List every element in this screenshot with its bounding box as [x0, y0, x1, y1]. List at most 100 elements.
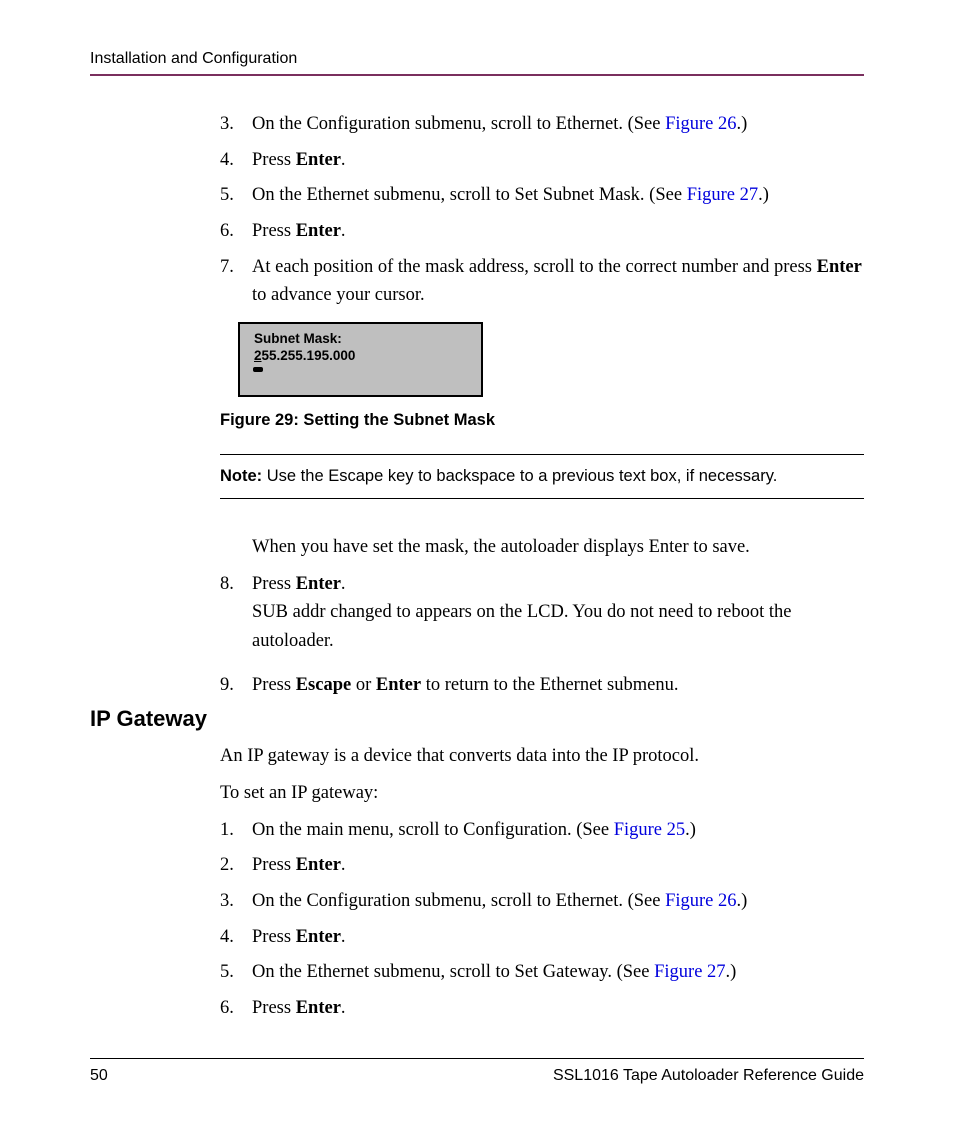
note-text: Use the Escape key to backspace to a pre… [262, 467, 777, 485]
text-fragment: . [341, 855, 346, 875]
paragraph: To set an IP gateway: [220, 779, 864, 808]
step-item: 6. Press Enter. [220, 994, 864, 1023]
step-list-b: 8. Press Enter. SUB addr changed to appe… [220, 570, 864, 700]
step-text: At each position of the mask address, sc… [252, 253, 864, 310]
step-number: 8. [220, 570, 252, 664]
text-fragment: Press [252, 221, 296, 241]
step-number: 3. [220, 887, 252, 916]
step-number: 6. [220, 994, 252, 1023]
text-fragment: .) [737, 891, 748, 911]
step-item: 2. Press Enter. [220, 851, 864, 880]
step-text: Press Enter. [252, 923, 864, 952]
lcd-line-1: Subnet Mask: [254, 331, 467, 348]
page-footer: 50 SSL1016 Tape Autoloader Reference Gui… [90, 1058, 864, 1085]
bold-text: Enter [296, 998, 341, 1018]
step-number: 5. [220, 181, 252, 210]
step-list-c: 1. On the main menu, scroll to Configura… [220, 816, 864, 1023]
figure-link[interactable]: Figure 27 [654, 962, 725, 982]
step-list-a: 3. On the Configuration submenu, scroll … [220, 110, 864, 310]
bold-text: Enter [296, 150, 341, 170]
step-item: 3. On the Configuration submenu, scroll … [220, 887, 864, 916]
paragraph: When you have set the mask, the autoload… [252, 533, 864, 562]
step-item: 4. Press Enter. [220, 146, 864, 175]
bold-text: Enter [296, 927, 341, 947]
text-fragment: On the Configuration submenu, scroll to … [252, 891, 665, 911]
step-number: 4. [220, 146, 252, 175]
text-fragment: .) [758, 185, 769, 205]
step-item: 3. On the Configuration submenu, scroll … [220, 110, 864, 139]
doc-title: SSL1016 Tape Autoloader Reference Guide [553, 1067, 864, 1085]
step-text: Press Enter. SUB addr changed to appears… [252, 570, 864, 664]
step-item: 4. Press Enter. [220, 923, 864, 952]
page-header: Installation and Configuration [90, 50, 864, 76]
figure-link[interactable]: Figure 26 [665, 891, 736, 911]
step-text: On the Ethernet submenu, scroll to Set S… [252, 181, 864, 210]
text-fragment: Press [252, 998, 296, 1018]
text-fragment: to return to the Ethernet submenu. [421, 675, 678, 695]
text-fragment: Press [252, 150, 296, 170]
bold-text: Enter [296, 221, 341, 241]
page: Installation and Configuration 3. On the… [0, 0, 954, 1145]
step-subtext: SUB addr changed to appears on the LCD. … [252, 598, 864, 655]
note-box: Note: Use the Escape key to backspace to… [220, 454, 864, 499]
step-item: 9. Press Escape or Enter to return to th… [220, 671, 864, 700]
figure-link[interactable]: Figure 27 [687, 185, 758, 205]
text-fragment: . [341, 927, 346, 947]
step-number: 3. [220, 110, 252, 139]
lcd-cursor-char: 2 [254, 348, 262, 363]
step-text: On the Ethernet submenu, scroll to Set G… [252, 958, 864, 987]
step-text: On the Configuration submenu, scroll to … [252, 887, 864, 916]
bold-text: Enter [296, 855, 341, 875]
step-number: 7. [220, 253, 252, 310]
step-item: 5. On the Ethernet submenu, scroll to Se… [220, 181, 864, 210]
figure-link[interactable]: Figure 26 [665, 114, 736, 134]
text-fragment: to advance your cursor. [252, 285, 425, 305]
text-fragment: .) [726, 962, 737, 982]
step-number: 1. [220, 816, 252, 845]
step-text: On the Configuration submenu, scroll to … [252, 110, 864, 139]
text-fragment: On the main menu, scroll to Configuratio… [252, 820, 614, 840]
step-text: Press Enter. [252, 146, 864, 175]
text-fragment: .) [737, 114, 748, 134]
step-text: Press Enter. [252, 994, 864, 1023]
content-area: 3. On the Configuration submenu, scroll … [90, 110, 864, 1023]
note-label: Note: [220, 467, 262, 485]
text-fragment: . [341, 574, 346, 594]
step-item: 7. At each position of the mask address,… [220, 253, 864, 310]
lcd-line-rest: 55.255.195.000 [262, 348, 356, 363]
text-fragment: Press [252, 927, 296, 947]
lcd-line-2: 2 55.255.195.000 [254, 348, 467, 365]
step-number: 5. [220, 958, 252, 987]
step-text: Press Enter. [252, 217, 864, 246]
text-fragment: . [341, 221, 346, 241]
header-title: Installation and Configuration [90, 50, 297, 67]
lcd-display: Subnet Mask: 2 55.255.195.000 [238, 322, 483, 397]
text-fragment: On the Ethernet submenu, scroll to Set S… [252, 185, 687, 205]
text-fragment: On the Ethernet submenu, scroll to Set G… [252, 962, 654, 982]
step-item: 5. On the Ethernet submenu, scroll to Se… [220, 958, 864, 987]
page-number: 50 [90, 1067, 108, 1085]
section-heading: IP Gateway [90, 706, 218, 732]
figure-link[interactable]: Figure 25 [614, 820, 685, 840]
step-text: On the main menu, scroll to Configuratio… [252, 816, 864, 845]
text-fragment: .) [685, 820, 696, 840]
text-fragment: or [351, 675, 376, 695]
text-fragment: On the Configuration submenu, scroll to … [252, 114, 665, 134]
text-fragment: Press [252, 855, 296, 875]
section-ip-gateway: IP Gateway An IP gateway is a device tha… [90, 706, 864, 1022]
text-fragment: Press [252, 675, 296, 695]
step-number: 4. [220, 923, 252, 952]
step-number: 9. [220, 671, 252, 700]
bold-text: Enter [296, 574, 341, 594]
step-number: 2. [220, 851, 252, 880]
text-fragment: Press [252, 574, 296, 594]
text-fragment: At each position of the mask address, sc… [252, 257, 817, 277]
step-text: Press Escape or Enter to return to the E… [252, 671, 864, 700]
bold-text: Enter [376, 675, 421, 695]
figure-caption: Figure 29: Setting the Subnet Mask [220, 411, 864, 430]
step-item: 8. Press Enter. SUB addr changed to appe… [220, 570, 864, 664]
step-number: 6. [220, 217, 252, 246]
paragraph: An IP gateway is a device that converts … [220, 742, 864, 771]
bold-text: Enter [817, 257, 862, 277]
text-fragment: . [341, 998, 346, 1018]
